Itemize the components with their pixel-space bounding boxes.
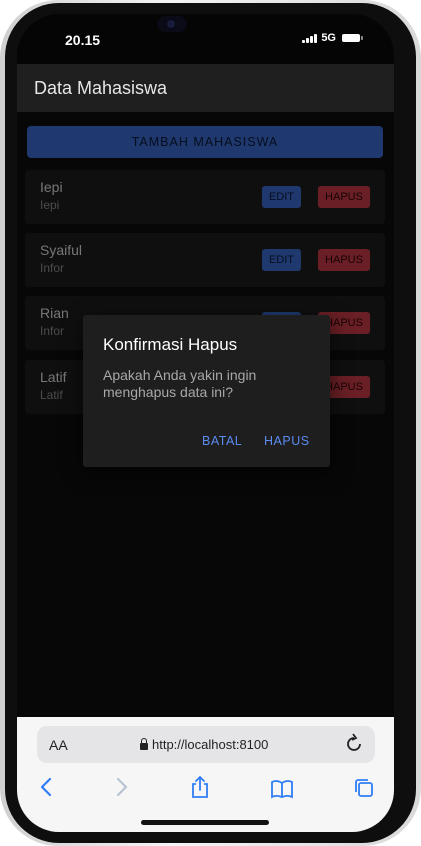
status-time: 20.15 bbox=[65, 32, 101, 48]
app-header: Data Mahasiswa bbox=[17, 64, 394, 112]
address-bar[interactable]: AA http://localhost:8100 bbox=[37, 726, 375, 763]
network-label: 5G bbox=[321, 32, 336, 44]
cancel-button[interactable]: BATAL bbox=[202, 434, 242, 448]
url-text: http://localhost:8100 bbox=[152, 737, 269, 752]
reload-icon[interactable] bbox=[345, 732, 363, 754]
bookmarks-icon[interactable] bbox=[270, 779, 294, 799]
text-size-label: AA bbox=[49, 737, 68, 753]
forward-icon[interactable] bbox=[115, 777, 129, 797]
battery-icon bbox=[342, 34, 363, 42]
share-icon[interactable] bbox=[190, 775, 210, 799]
text-size-button[interactable]: AA bbox=[49, 737, 68, 753]
dialog-message: Apakah Anda yakin ingin menghapus data i… bbox=[103, 367, 257, 400]
signal-icon bbox=[302, 33, 318, 43]
delete-confirm-dialog: Konfirmasi Hapus Apakah Anda yakin ingin… bbox=[83, 315, 330, 467]
home-indicator bbox=[141, 820, 269, 825]
dynamic-island bbox=[157, 16, 187, 32]
back-icon[interactable] bbox=[39, 777, 53, 797]
screen: 20.15 5G Data Mahasiswa TAMBAH MAHASISWA… bbox=[17, 14, 394, 832]
tabs-icon[interactable] bbox=[353, 777, 375, 799]
lock-icon bbox=[140, 737, 148, 750]
page-title: Data Mahasiswa bbox=[34, 78, 168, 98]
confirm-delete-button[interactable]: HAPUS bbox=[264, 434, 310, 448]
status-indicators: 5G bbox=[302, 32, 363, 44]
dialog-title: Konfirmasi Hapus bbox=[103, 335, 238, 354]
browser-bar: AA http://localhost:8100 bbox=[17, 717, 394, 832]
